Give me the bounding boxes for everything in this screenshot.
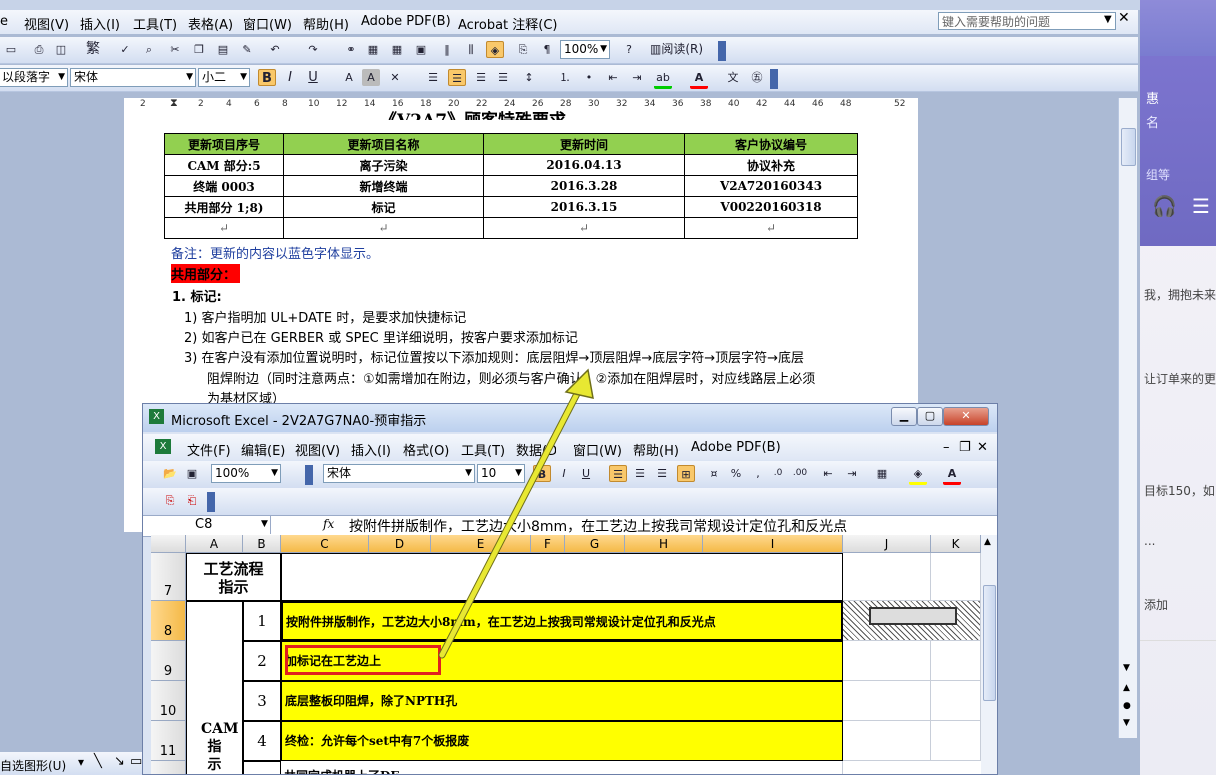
- annotation-arrow: [438, 368, 594, 659]
- arrow-shaft: [439, 385, 583, 658]
- arrow-head-icon: [564, 368, 594, 399]
